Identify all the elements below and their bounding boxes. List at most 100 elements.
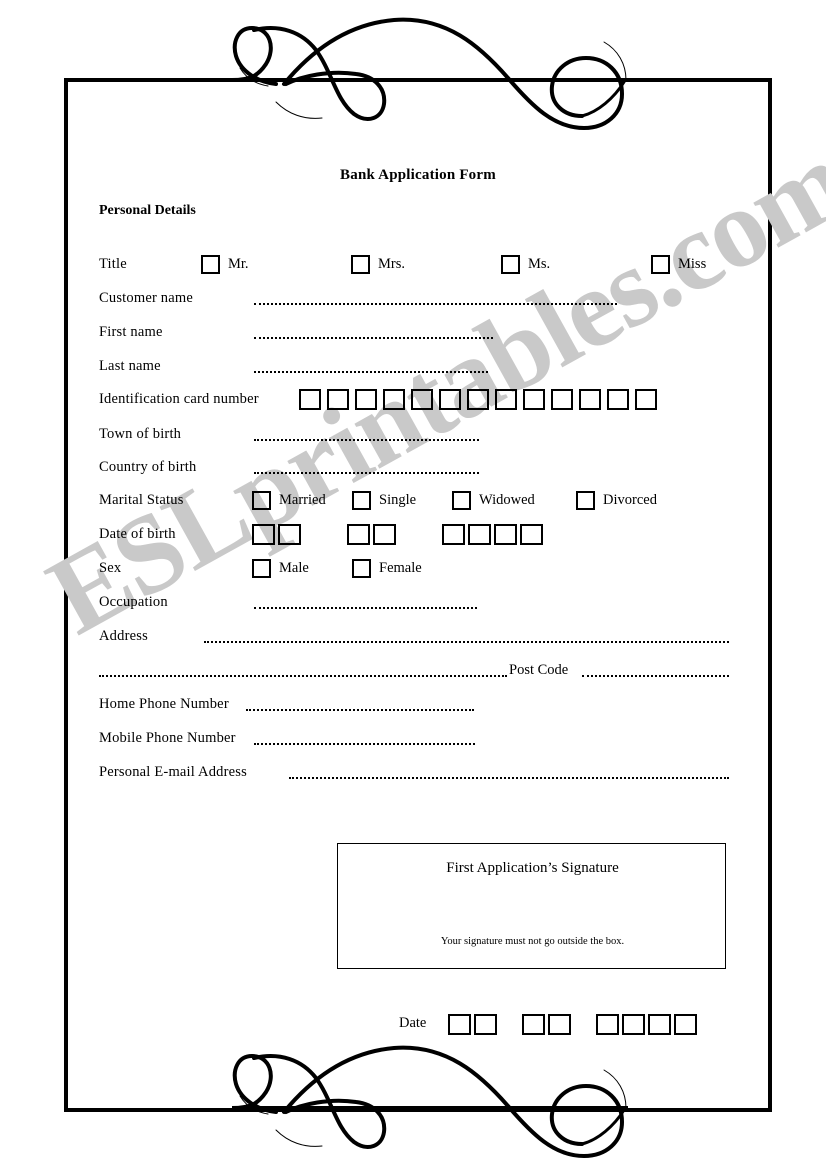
option-label-miss: Miss	[678, 256, 707, 272]
label-title: Title	[99, 256, 127, 272]
dob-box-3[interactable]	[347, 524, 370, 545]
option-label-male: Male	[279, 560, 309, 576]
checkbox-sex-male[interactable]	[252, 559, 271, 578]
id-char-box-9[interactable]	[523, 389, 545, 410]
footer-date-box-8[interactable]	[674, 1014, 697, 1035]
id-char-box-3[interactable]	[355, 389, 377, 410]
input-address-line2[interactable]	[99, 673, 507, 677]
checkbox-title-ms[interactable]	[501, 255, 520, 274]
label-email: Personal E-mail Address	[99, 764, 247, 780]
page-canvas: ESLprintables.com Bank Application Form …	[0, 0, 826, 1169]
checkbox-title-miss[interactable]	[651, 255, 670, 274]
field-row-occupation: Occupation	[99, 591, 739, 617]
label-first-name: First name	[99, 324, 163, 340]
label-country-of-birth: Country of birth	[99, 459, 197, 475]
checkbox-marital-widowed[interactable]	[452, 491, 471, 510]
field-row-marital-status: Marital Status Married Single Widowed Di…	[99, 489, 739, 515]
field-row-customer-name: Customer name	[99, 287, 739, 313]
dob-box-4[interactable]	[373, 524, 396, 545]
field-row-sex: Sex Male Female	[99, 557, 739, 583]
field-row-email: Personal E-mail Address	[99, 761, 739, 787]
label-town-of-birth: Town of birth	[99, 426, 182, 442]
dob-box-1[interactable]	[252, 524, 275, 545]
dob-box-6[interactable]	[468, 524, 491, 545]
field-row-address: Address	[99, 625, 739, 651]
checkbox-marital-married[interactable]	[252, 491, 271, 510]
checkbox-marital-divorced[interactable]	[576, 491, 595, 510]
label-date-of-birth: Date of birth	[99, 526, 176, 542]
checkbox-marital-single[interactable]	[352, 491, 371, 510]
option-label-ms: Ms.	[528, 256, 551, 272]
id-char-box-8[interactable]	[495, 389, 517, 410]
label-id-card-number: Identification card number	[99, 391, 259, 407]
option-label-female: Female	[379, 560, 422, 576]
id-char-box-5[interactable]	[411, 389, 433, 410]
dob-box-2[interactable]	[278, 524, 301, 545]
field-row-first-name: First name	[99, 321, 739, 347]
id-char-box-4[interactable]	[383, 389, 405, 410]
footer-date-box-3[interactable]	[522, 1014, 545, 1035]
input-last-name[interactable]	[254, 369, 488, 373]
field-row-country-of-birth: Country of birth	[99, 456, 739, 482]
field-row-home-phone: Home Phone Number	[99, 693, 739, 719]
input-address-line1[interactable]	[204, 639, 729, 643]
option-label-married: Married	[279, 492, 326, 508]
label-footer-date: Date	[399, 1015, 427, 1031]
input-first-name[interactable]	[254, 335, 493, 339]
option-label-mr: Mr.	[228, 256, 249, 272]
label-mobile-phone: Mobile Phone Number	[99, 730, 236, 746]
field-row-id-card-number: Identification card number	[99, 388, 739, 414]
input-occupation[interactable]	[254, 605, 477, 609]
id-char-box-13[interactable]	[635, 389, 657, 410]
footer-date-box-6[interactable]	[622, 1014, 645, 1035]
input-customer-name[interactable]	[254, 301, 617, 305]
footer-date-box-2[interactable]	[474, 1014, 497, 1035]
field-row-post-code: Post Code	[99, 659, 739, 685]
page-title: Bank Application Form	[340, 167, 496, 183]
input-town-of-birth[interactable]	[254, 437, 479, 441]
footer-date-box-7[interactable]	[648, 1014, 671, 1035]
field-row-date-of-birth: Date of birth	[99, 523, 739, 549]
id-char-box-7[interactable]	[467, 389, 489, 410]
signature-box-note: Your signature must not go outside the b…	[440, 936, 625, 947]
dob-box-5[interactable]	[442, 524, 465, 545]
id-char-box-12[interactable]	[607, 389, 629, 410]
label-marital-status: Marital Status	[99, 492, 184, 508]
checkbox-title-mr[interactable]	[201, 255, 220, 274]
field-row-town-of-birth: Town of birth	[99, 423, 739, 449]
dob-box-8[interactable]	[520, 524, 543, 545]
input-post-code[interactable]	[582, 673, 729, 677]
input-email[interactable]	[289, 775, 729, 779]
field-row-last-name: Last name	[99, 355, 739, 381]
input-country-of-birth[interactable]	[254, 470, 479, 474]
label-occupation: Occupation	[99, 594, 168, 610]
field-row-mobile-phone: Mobile Phone Number	[99, 727, 739, 753]
id-char-box-1[interactable]	[299, 389, 321, 410]
section-heading-personal-details: Personal Details	[99, 203, 196, 218]
footer-date-box-1[interactable]	[448, 1014, 471, 1035]
label-sex: Sex	[99, 560, 122, 576]
checkbox-sex-female[interactable]	[352, 559, 371, 578]
label-post-code: Post Code	[509, 662, 569, 678]
signature-box[interactable]: First Application’s Signature Your signa…	[337, 843, 726, 969]
field-row-title: Title Mr. Mrs. Ms. Miss	[99, 253, 739, 279]
input-home-phone[interactable]	[246, 707, 474, 711]
label-customer-name: Customer name	[99, 290, 194, 306]
checkbox-title-mrs[interactable]	[351, 255, 370, 274]
input-mobile-phone[interactable]	[254, 741, 475, 745]
option-label-single: Single	[379, 492, 417, 508]
label-address: Address	[99, 628, 148, 644]
label-home-phone: Home Phone Number	[99, 696, 229, 712]
footer-date-box-5[interactable]	[596, 1014, 619, 1035]
signature-box-title: First Application’s Signature	[446, 860, 619, 876]
option-label-widowed: Widowed	[479, 492, 535, 508]
id-char-box-10[interactable]	[551, 389, 573, 410]
option-label-divorced: Divorced	[603, 492, 657, 508]
label-last-name: Last name	[99, 358, 161, 374]
id-char-box-6[interactable]	[439, 389, 461, 410]
id-char-box-11[interactable]	[579, 389, 601, 410]
id-char-box-2[interactable]	[327, 389, 349, 410]
footer-date-box-4[interactable]	[548, 1014, 571, 1035]
dob-box-7[interactable]	[494, 524, 517, 545]
option-label-mrs: Mrs.	[378, 256, 405, 272]
